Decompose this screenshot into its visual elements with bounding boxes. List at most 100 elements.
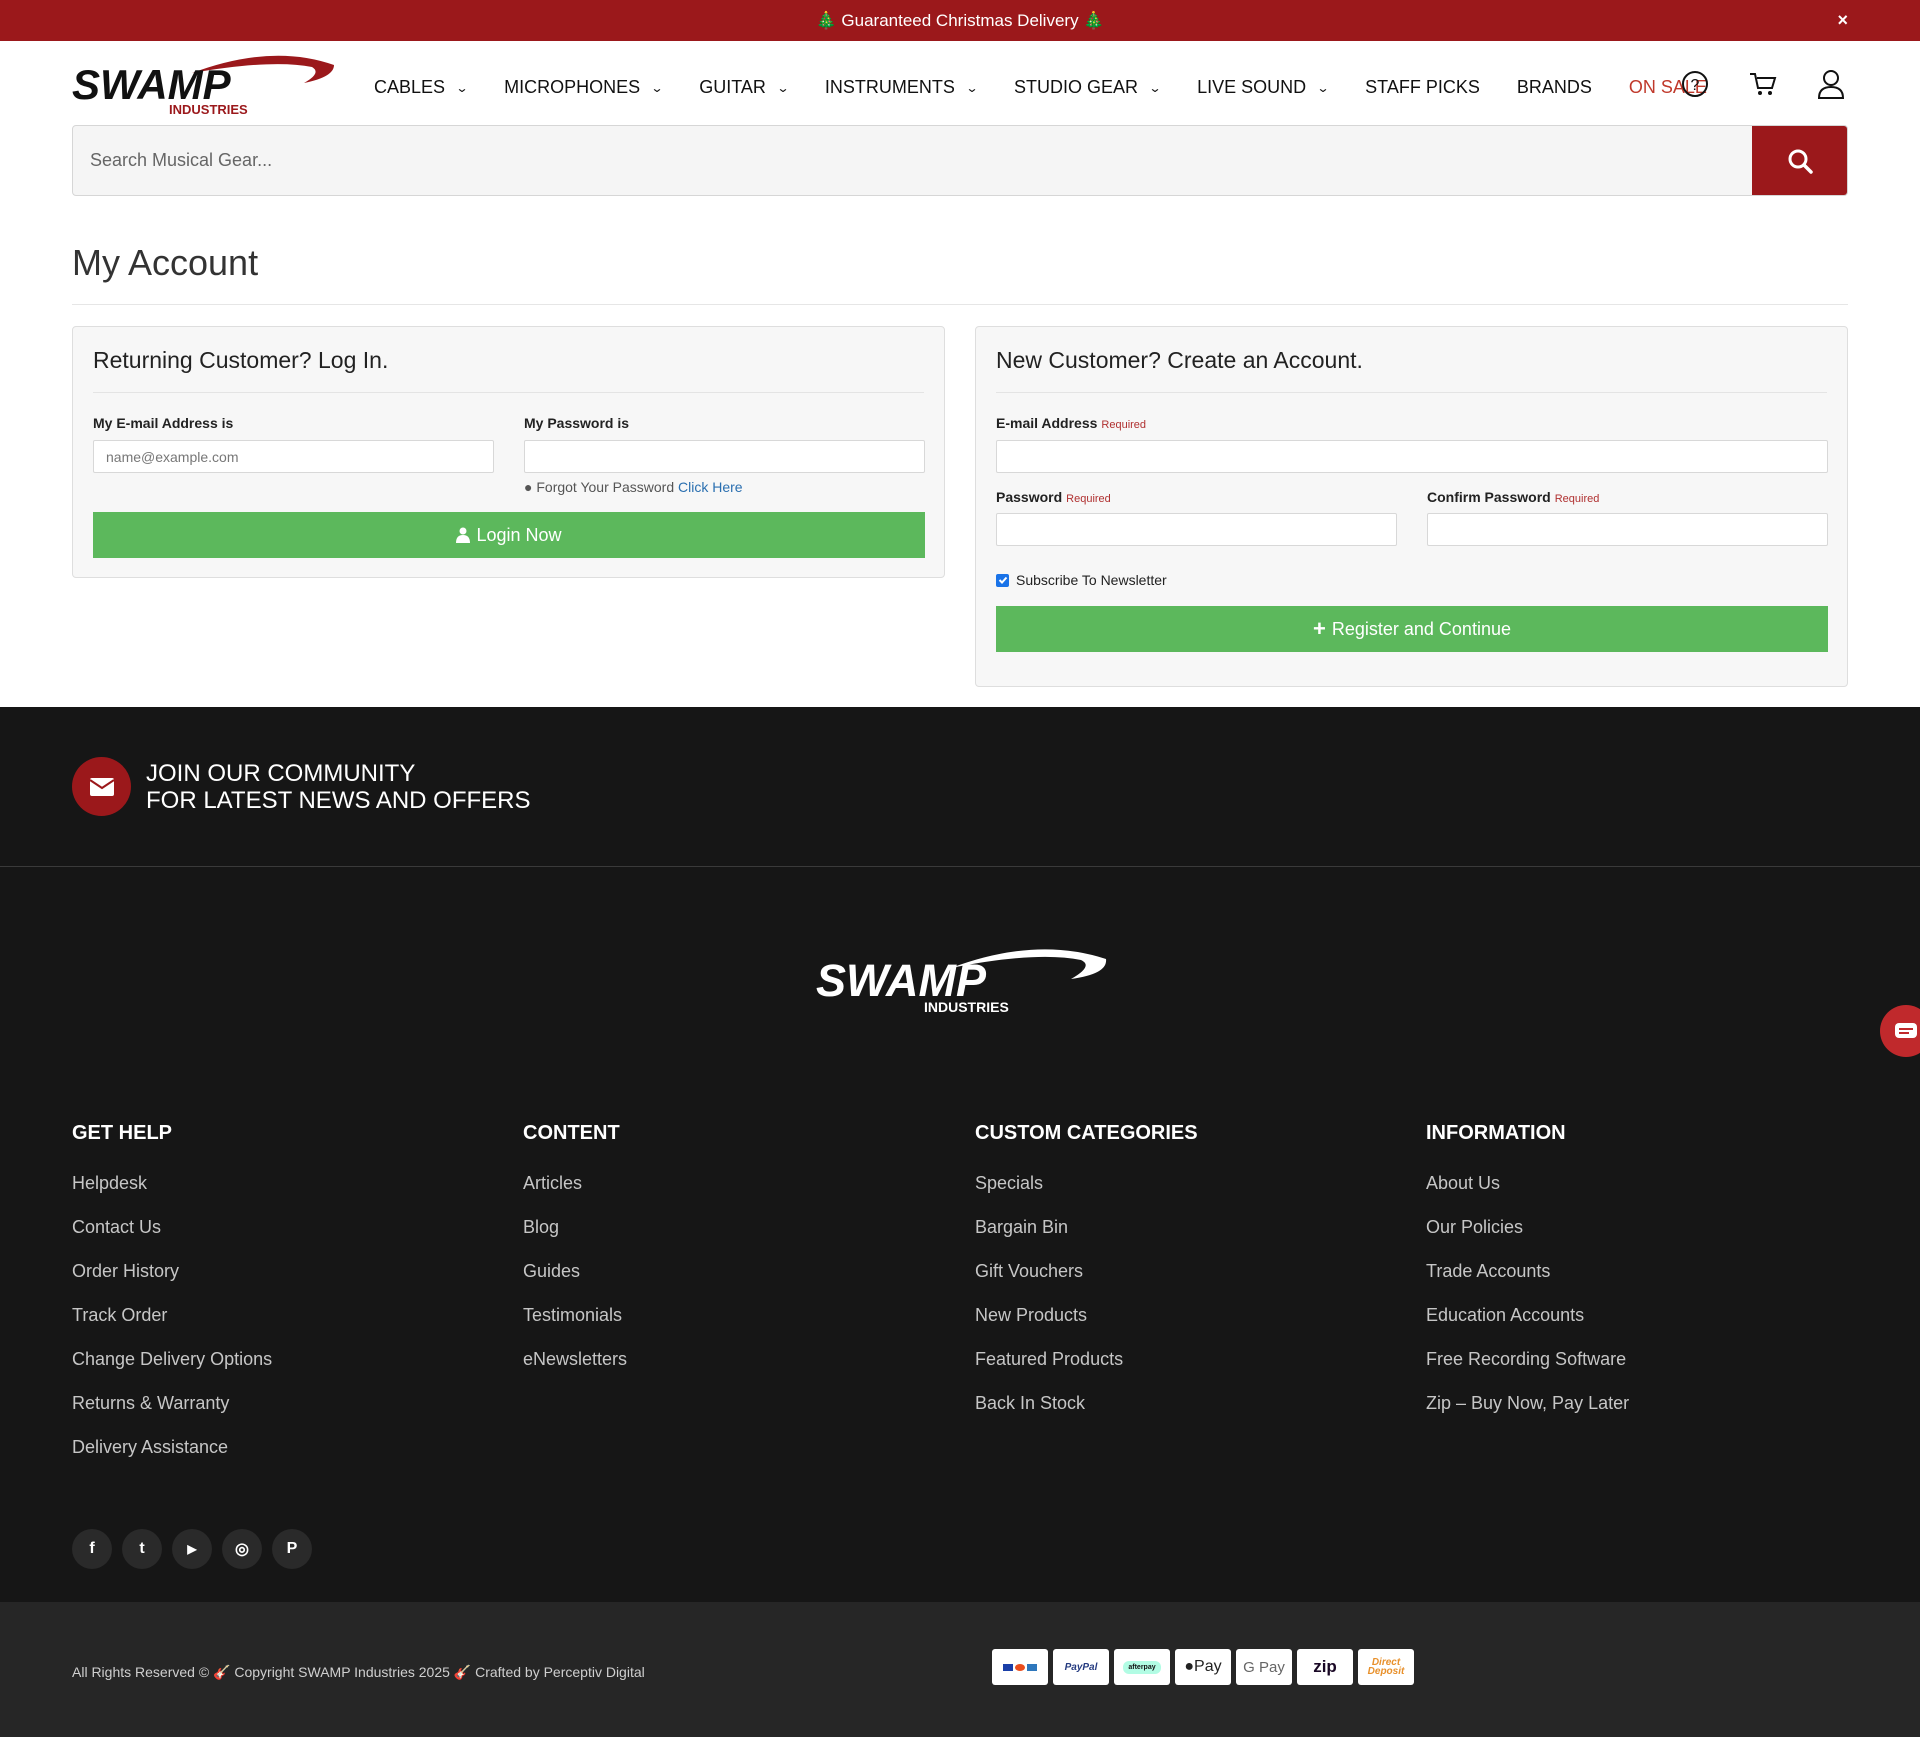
search-input[interactable] <box>73 126 1752 195</box>
nav-label: CABLES <box>374 77 446 97</box>
footer-link[interactable]: Change Delivery Options <box>72 1349 272 1393</box>
forgot-password: ● Forgot Your Password Click Here <box>524 479 743 495</box>
svg-text:?: ? <box>1691 77 1700 94</box>
login-password-field[interactable] <box>524 440 925 473</box>
payment-methods: PayPal afterpay ● Pay G Pay zip Direct De… <box>992 1649 1414 1685</box>
nav-studio-gear[interactable]: STUDIO GEAR ⌄ <box>1014 77 1162 98</box>
site-footer: SWAMP INDUSTRIES GET HELP Helpdesk Conta… <box>0 866 1920 1602</box>
footer-link[interactable]: Gift Vouchers <box>975 1261 1198 1305</box>
nav-live-sound[interactable]: LIVE SOUND ⌄ <box>1197 77 1330 98</box>
cart-icon[interactable] <box>1746 67 1780 101</box>
register-confirm-password-field[interactable] <box>1427 513 1828 546</box>
footer-link[interactable]: Back In Stock <box>975 1393 1198 1437</box>
announcement-text: 🎄 Guaranteed Christmas Delivery 🎄 <box>815 10 1105 30</box>
footer-link[interactable]: Zip – Buy Now, Pay Later <box>1426 1393 1629 1437</box>
logo-wordmark: SWAMP <box>72 61 232 108</box>
chevron-down-icon: ⌄ <box>965 80 979 95</box>
footer-link[interactable]: eNewsletters <box>523 1349 627 1393</box>
chevron-down-icon: ⌄ <box>776 80 790 95</box>
apple-pay-icon: ● Pay <box>1175 1649 1231 1685</box>
zip-icon: zip <box>1297 1649 1353 1685</box>
login-panel: Returning Customer? Log In. My E-mail Ad… <box>72 326 945 578</box>
footer-link[interactable]: Free Recording Software <box>1426 1349 1629 1393</box>
newsletter-checkbox-row[interactable]: Subscribe To Newsletter <box>996 572 1167 588</box>
nav-guitar[interactable]: GUITAR ⌄ <box>699 77 790 98</box>
nav-brands[interactable]: BRANDS <box>1517 77 1592 98</box>
footer-link[interactable]: Contact Us <box>72 1217 272 1261</box>
footer-link[interactable]: Guides <box>523 1261 627 1305</box>
google-pay-icon: G Pay <box>1236 1649 1292 1685</box>
password-label-text: Password <box>996 489 1063 505</box>
youtube-icon[interactable]: ▶ <box>172 1529 212 1569</box>
forgot-password-link[interactable]: Click Here <box>678 479 743 495</box>
direct-deposit-icon: Direct Deposit <box>1358 1649 1414 1685</box>
newsletter-label: Subscribe To Newsletter <box>1016 572 1167 588</box>
nav-label: MICROPHONES <box>504 77 641 97</box>
logo-subtext: INDUSTRIES <box>924 999 1009 1014</box>
register-button[interactable]: + Register and Continue <box>996 606 1828 652</box>
facebook-icon[interactable]: f <box>72 1529 112 1569</box>
footer-link[interactable]: Blog <box>523 1217 627 1261</box>
footer-link[interactable]: About Us <box>1426 1173 1629 1217</box>
register-email-field[interactable] <box>996 440 1828 473</box>
footer-link[interactable]: Articles <box>523 1173 627 1217</box>
footer-link[interactable]: Specials <box>975 1173 1198 1217</box>
chat-widget[interactable]: 1 <box>1876 999 1920 1059</box>
logo-subtext: INDUSTRIES <box>169 102 248 116</box>
site-header: SWAMP INDUSTRIES CABLES ⌄ MICROPHONES ⌄ GU… <box>0 41 1920 125</box>
afterpay-icon: afterpay <box>1114 1649 1170 1685</box>
community-subtitle: FOR LATEST NEWS AND OFFERS <box>146 787 531 814</box>
footer-link[interactable]: Order History <box>72 1261 272 1305</box>
footer-link[interactable]: Bargain Bin <box>975 1217 1198 1261</box>
footer-link[interactable]: Delivery Assistance <box>72 1437 272 1481</box>
nav-label: LIVE SOUND <box>1197 77 1307 97</box>
search-button[interactable] <box>1752 126 1847 195</box>
footer-col-get-help: GET HELP Helpdesk Contact Us Order Histo… <box>72 1122 272 1481</box>
apple-pay-label: Pay <box>1194 1658 1222 1675</box>
footer-link[interactable]: Our Policies <box>1426 1217 1629 1261</box>
footer-link[interactable]: Helpdesk <box>72 1173 272 1217</box>
footer-link[interactable]: Track Order <box>72 1305 272 1349</box>
footer-col-title: CONTENT <box>523 1122 620 1144</box>
divider <box>72 304 1848 305</box>
user-icon[interactable] <box>1814 67 1848 101</box>
login-button-label: Login Now <box>476 524 562 545</box>
search-bar <box>72 125 1848 196</box>
afterpay-label: afterpay <box>1123 1660 1161 1674</box>
pinterest-icon[interactable]: P <box>272 1529 312 1569</box>
chevron-down-icon: ⌄ <box>455 80 469 95</box>
twitter-icon[interactable]: t <box>122 1529 162 1569</box>
password-label: Password Required <box>996 489 1111 505</box>
paypal-icon: PayPal <box>1053 1649 1109 1685</box>
required-tag: Required <box>1066 493 1111 505</box>
help-icon[interactable]: ? <box>1678 67 1712 101</box>
register-password-field[interactable] <box>996 513 1397 546</box>
footer-link[interactable]: Testimonials <box>523 1305 627 1349</box>
nav-staff-picks[interactable]: STAFF PICKS <box>1365 77 1480 98</box>
footer-link[interactable]: New Products <box>975 1305 1198 1349</box>
footer-link[interactable]: Education Accounts <box>1426 1305 1629 1349</box>
nav-instruments[interactable]: INSTRUMENTS ⌄ <box>825 77 979 98</box>
swamp-logo[interactable]: SWAMP INDUSTRIES <box>72 51 337 116</box>
forgot-text: Forgot Your Password <box>536 479 675 495</box>
user-icon <box>456 527 471 543</box>
footer-col-custom-categories: CUSTOM CATEGORIES Specials Bargain Bin G… <box>975 1122 1198 1437</box>
login-button[interactable]: Login Now <box>93 512 925 558</box>
swamp-logo-footer[interactable]: SWAMP INDUSTRIES <box>816 944 1111 1014</box>
email-label: My E-mail Address is <box>93 415 234 431</box>
footer-link[interactable]: Trade Accounts <box>1426 1261 1629 1305</box>
footer-col-content: CONTENT Articles Blog Guides Testimonial… <box>523 1122 627 1393</box>
nav-label: STAFF PICKS <box>1365 77 1480 97</box>
newsletter-checkbox[interactable] <box>996 573 1009 587</box>
footer-link[interactable]: Returns & Warranty <box>72 1393 272 1437</box>
nav-cables[interactable]: CABLES ⌄ <box>374 77 469 98</box>
password-label: My Password is <box>524 415 630 431</box>
main-nav: CABLES ⌄ MICROPHONES ⌄ GUITAR ⌄ INSTRUMENTS… <box>374 77 1744 98</box>
login-email-field[interactable] <box>93 440 494 473</box>
bottom-bar: All Rights Reserved © 🎸 Copyright SWAMP … <box>0 1602 1920 1737</box>
nav-label: GUITAR <box>699 77 766 97</box>
instagram-icon[interactable]: ◎ <box>222 1529 262 1569</box>
nav-microphones[interactable]: MICROPHONES ⌄ <box>504 77 664 98</box>
close-icon[interactable]: × <box>1837 10 1848 31</box>
footer-link[interactable]: Featured Products <box>975 1349 1198 1393</box>
